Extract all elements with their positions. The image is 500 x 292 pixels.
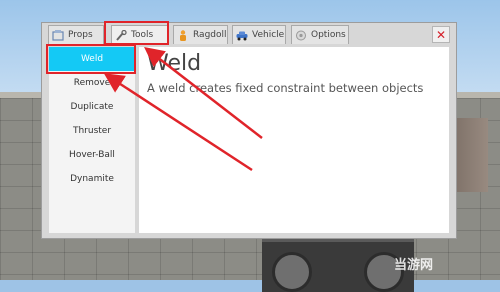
tab-options[interactable]: Options	[291, 25, 349, 44]
weld-item-highlight	[46, 44, 136, 74]
tool-list: Weld Remove Duplicate Thruster Hover-Bal…	[49, 47, 135, 233]
tab-label: Vehicle	[252, 30, 285, 40]
tool-item-label: Thruster	[72, 126, 112, 136]
tool-info-panel: Weld A weld creates fixed constraint bet…	[139, 47, 449, 233]
tab-ragdoll[interactable]: Ragdoll	[173, 25, 228, 44]
tool-item-dynamite[interactable]: Dynamite	[49, 167, 135, 191]
tool-description: A weld creates fixed constraint between …	[147, 81, 424, 95]
tool-item-thruster[interactable]: Thruster	[49, 119, 135, 143]
close-icon: ✕	[435, 27, 447, 42]
vehicle-model	[262, 238, 414, 292]
tool-item-hover-ball[interactable]: Hover-Ball	[49, 143, 135, 167]
tool-item-remove[interactable]: Remove	[49, 71, 135, 95]
props-icon	[52, 29, 64, 41]
tab-props[interactable]: Props	[48, 25, 104, 44]
ragdoll-icon	[177, 29, 189, 41]
tab-label: Ragdoll	[193, 30, 227, 40]
tool-item-duplicate[interactable]: Duplicate	[49, 95, 135, 119]
site-watermark: 当游网	[394, 258, 434, 273]
tool-title: Weld	[147, 51, 202, 76]
tools-tab-highlight	[104, 21, 169, 45]
tool-item-label: Duplicate	[70, 102, 114, 112]
tool-item-label: Remove	[73, 78, 111, 88]
close-button[interactable]: ✕	[432, 26, 450, 43]
tab-label: Options	[311, 30, 346, 40]
car-icon	[236, 30, 248, 41]
tab-label: Props	[68, 30, 93, 40]
tab-vehicle[interactable]: Vehicle	[232, 25, 286, 44]
tool-item-label: Hover-Ball	[69, 150, 115, 160]
tool-item-label: Dynamite	[70, 174, 114, 184]
options-icon	[295, 30, 307, 41]
